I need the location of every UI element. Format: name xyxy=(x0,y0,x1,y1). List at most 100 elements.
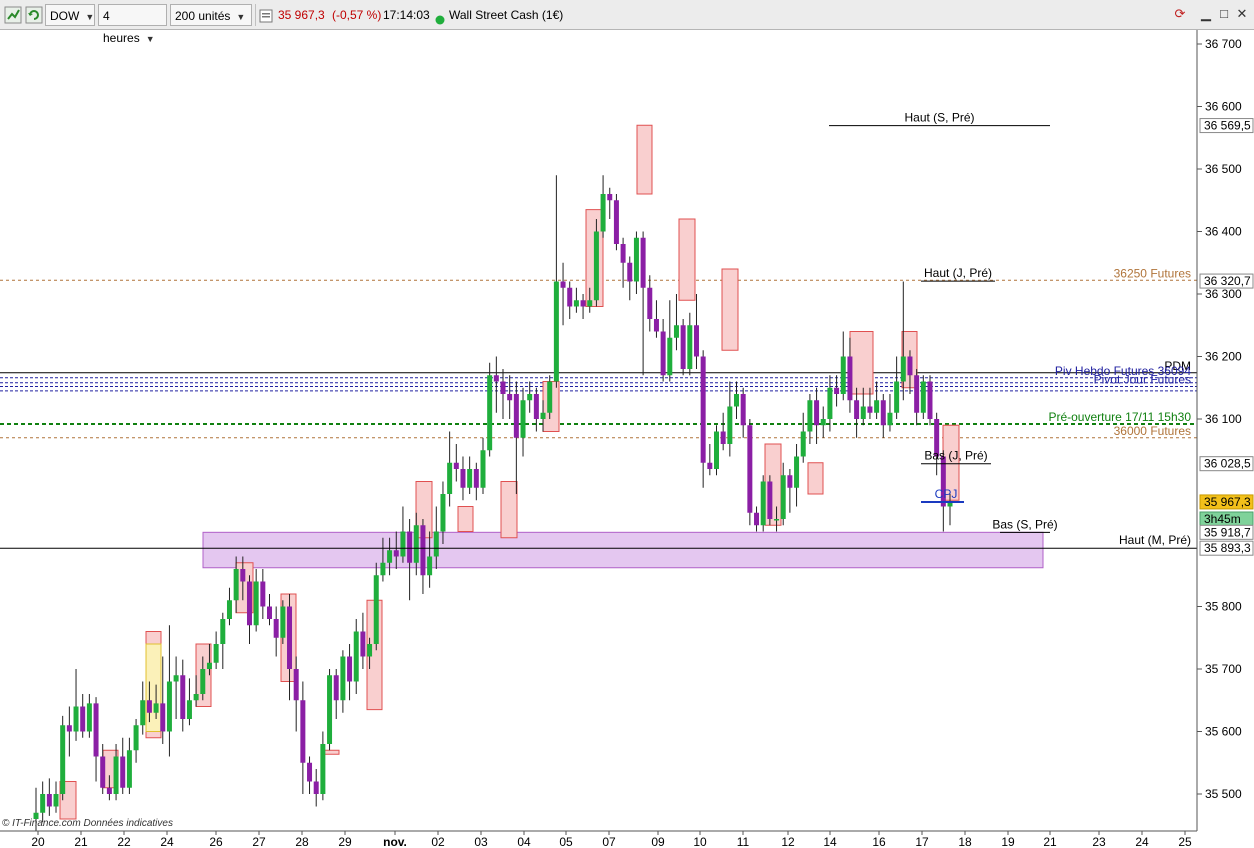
candle-body xyxy=(834,387,840,394)
candle-body xyxy=(300,700,306,763)
candle-body xyxy=(413,525,419,563)
candle-body xyxy=(353,631,359,682)
time-tick-label: 09 xyxy=(651,835,665,848)
candle-body xyxy=(814,400,820,426)
price-tick-label: 36 300 xyxy=(1205,287,1242,301)
time-tick-label: 10 xyxy=(693,835,707,848)
timeframe-select[interactable]: 4 heures ▼ xyxy=(98,4,167,45)
price-tag-label: 35 918,7 xyxy=(1204,525,1251,539)
candle-body xyxy=(707,462,713,469)
time-tick-label: 04 xyxy=(517,835,531,848)
candle-body xyxy=(433,531,439,557)
candle-body xyxy=(186,700,192,719)
time-tick-label: 27 xyxy=(252,835,266,848)
candle-body xyxy=(260,581,266,607)
level-marker-label: Bas (S, Pré) xyxy=(992,517,1057,531)
price-change: (-0,57 %) xyxy=(332,8,382,22)
chevron-down-icon: ▼ xyxy=(236,12,246,22)
candle-body xyxy=(407,531,413,563)
candle-body xyxy=(233,569,239,601)
level-marker-label: Bas (J, Pré) xyxy=(924,449,987,463)
candle-body xyxy=(140,700,146,726)
candle-body xyxy=(847,356,853,401)
price-tag-label: 35 893,3 xyxy=(1204,541,1251,555)
candle-body xyxy=(673,325,679,338)
candle-body xyxy=(393,550,399,557)
price-tick-label: 35 500 xyxy=(1205,787,1242,801)
units-select[interactable]: 200 unités ▼ xyxy=(170,4,252,26)
candle-body xyxy=(347,656,353,682)
level-line-label: 36250 Futures xyxy=(1114,266,1191,280)
order-icon[interactable] xyxy=(259,8,273,23)
candle-body xyxy=(560,281,566,288)
range-box xyxy=(500,481,518,539)
candle-body xyxy=(240,569,246,582)
candle-body xyxy=(307,762,313,782)
candle-body xyxy=(480,450,486,488)
time-tick-label: 16 xyxy=(872,835,886,848)
candle-body xyxy=(867,406,873,413)
support-zone xyxy=(202,531,1044,569)
price-tag-label: 36 320,7 xyxy=(1204,274,1251,288)
candle-body xyxy=(126,750,132,788)
candle-body xyxy=(200,669,206,694)
candle-body xyxy=(927,381,933,419)
level-markers: Haut (S, Pré) Haut (J, Pré) Bas (J, Pré) CP… xyxy=(0,111,1197,549)
minimize-icon[interactable]: ▁ xyxy=(1198,6,1214,22)
time-tick-label: 25 xyxy=(1178,835,1192,848)
candle-body xyxy=(400,531,406,557)
sync-icon[interactable]: ⟳ xyxy=(1172,6,1188,22)
time-tick-label: 18 xyxy=(958,835,972,848)
chart-type-icon[interactable] xyxy=(4,6,22,24)
close-icon[interactable]: ✕ xyxy=(1234,6,1250,22)
price-tag-label: 36 028,5 xyxy=(1204,457,1251,471)
candle-body xyxy=(313,781,319,794)
candle-body xyxy=(246,581,252,626)
candle-body xyxy=(447,462,453,494)
time-tick-label: 12 xyxy=(781,835,795,848)
candle-body xyxy=(40,794,46,813)
candle-body xyxy=(360,631,366,657)
candle-body xyxy=(607,194,613,201)
time-tick-label: 17 xyxy=(915,835,929,848)
market-open-dot-icon xyxy=(435,10,445,25)
candle-body xyxy=(133,725,139,751)
candle-body xyxy=(493,375,499,382)
time-tick-label: nov. xyxy=(383,835,407,848)
time-tick-label: 21 xyxy=(1043,835,1057,848)
candle-body xyxy=(173,675,179,682)
candle-body xyxy=(520,400,526,438)
candle-body xyxy=(146,700,152,713)
candle-body xyxy=(53,794,59,807)
candle-body xyxy=(680,325,686,369)
refresh-icon[interactable] xyxy=(25,6,43,24)
time-axis: 20 21 22 24 26 27 28 29 nov. 02 03 04 05 07 09 10 11 12 14… xyxy=(0,830,1197,848)
candle-body xyxy=(540,412,546,419)
candle-body xyxy=(226,600,232,619)
candle-body xyxy=(280,606,286,638)
candlestick-chart[interactable]: 36250 FuturesPDMPiv Hebdo Futures 36094P… xyxy=(0,30,1254,848)
candle-body xyxy=(827,387,833,419)
clock-time: 17:14:03 xyxy=(383,8,430,22)
candle-body xyxy=(587,300,593,307)
candle-body xyxy=(593,231,599,301)
level-line-label: 36000 Futures xyxy=(1114,424,1191,438)
copyright-text: © IT-Finance.com Données indicatives xyxy=(2,818,173,829)
candle-body xyxy=(460,469,466,488)
time-tick-label: 29 xyxy=(338,835,352,848)
level-marker-label: CPJ xyxy=(935,487,958,501)
candle-body xyxy=(66,725,72,732)
time-tick-label: 11 xyxy=(737,835,750,848)
candle-body xyxy=(427,556,433,576)
candle-body xyxy=(887,412,893,426)
candle-body xyxy=(767,481,773,519)
maximize-icon[interactable]: □ xyxy=(1216,6,1232,22)
time-tick-label: 19 xyxy=(1001,835,1015,848)
range-box xyxy=(323,749,340,755)
candle-body xyxy=(120,756,126,788)
candle-body xyxy=(567,287,573,307)
highlight-box xyxy=(145,643,162,732)
level-line-label: Pré-ouverture 17/11 15h30 xyxy=(1048,410,1191,424)
candle-body xyxy=(667,337,673,376)
symbol-select[interactable]: DOW ▼ xyxy=(45,4,95,26)
